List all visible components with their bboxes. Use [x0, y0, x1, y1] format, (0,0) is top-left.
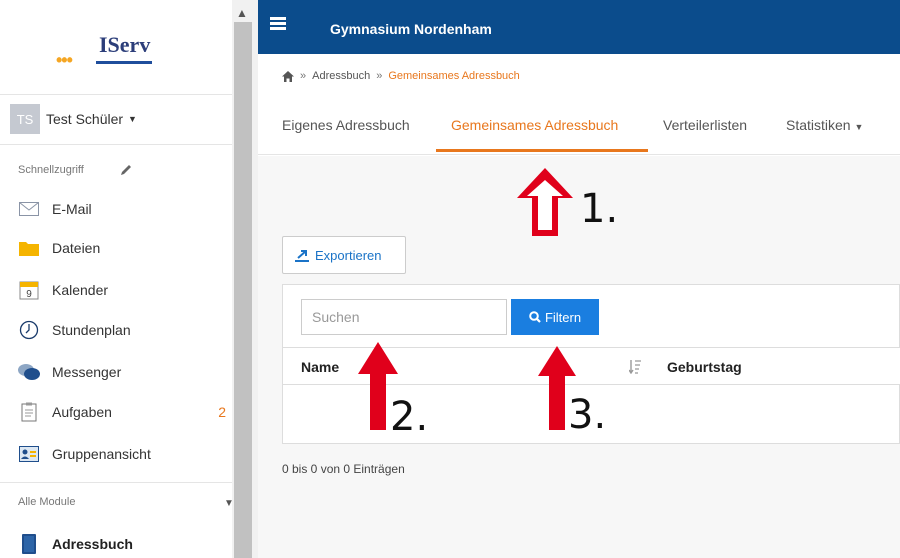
breadcrumb-item-address-book[interactable]: Adressbuch: [312, 70, 370, 82]
sort-icon[interactable]: [629, 360, 641, 374]
sidebar-item-email[interactable]: E-Mail: [18, 197, 232, 221]
annotation-label-1: 1.: [580, 186, 619, 232]
envelope-icon: [18, 198, 40, 220]
annotation-label-3: 3.: [568, 392, 607, 438]
filter-label: Filtern: [544, 309, 582, 325]
divider: [0, 94, 232, 95]
scroll-up-icon[interactable]: ▲: [236, 6, 248, 20]
filter-button[interactable]: Filtern: [511, 299, 599, 335]
quick-access-label: Schnellzugriff: [18, 164, 84, 176]
all-modules-label[interactable]: Alle Module: [18, 496, 75, 508]
sidebar-item-tasks[interactable]: Aufgaben 2: [18, 400, 232, 424]
sidebar-item-timetable[interactable]: Stundenplan: [18, 318, 232, 342]
sidebar-item-label: Stundenplan: [52, 322, 131, 338]
annotation-label-2: 2.: [390, 394, 429, 440]
sidebar-item-label: Dateien: [52, 240, 101, 256]
school-name: Gymnasium Nordenham: [330, 21, 492, 37]
caret-down-icon: ▼: [128, 114, 137, 124]
svg-text:9: 9: [26, 289, 32, 300]
sidebar-item-files[interactable]: Dateien: [18, 236, 232, 260]
clipboard-icon: [18, 401, 40, 423]
sidebar-item-calendar[interactable]: 9 Kalender: [18, 278, 232, 302]
breadcrumb: » Adressbuch » Gemeinsames Adressbuch: [282, 70, 520, 82]
tasks-count-badge: 2: [218, 404, 226, 420]
folder-icon: [18, 237, 40, 259]
breadcrumb-separator: »: [376, 70, 383, 82]
clock-icon: [18, 319, 40, 341]
logo-text: IServ: [99, 32, 151, 57]
sidebar-item-label: Messenger: [52, 364, 122, 380]
sidebar-item-label: Gruppenansicht: [52, 446, 151, 462]
sidebar-item-label: Aufgaben: [52, 404, 112, 420]
avatar: TS: [10, 104, 40, 134]
search-input[interactable]: [301, 299, 507, 335]
annotation-arrow-up-icon: [517, 168, 573, 236]
sidebar-item-label: Adressbuch: [52, 536, 133, 552]
group-card-icon: [18, 443, 40, 465]
sidebar-item-label: E-Mail: [52, 201, 92, 217]
tab-own-address-book[interactable]: Eigenes Adressbuch: [282, 117, 410, 133]
top-bar: Gymnasium Nordenham: [258, 0, 900, 54]
breadcrumb-separator: »: [300, 70, 307, 82]
active-tab-indicator: [436, 149, 648, 152]
main-content: » Adressbuch » Gemeinsames Adressbuch Ei…: [258, 54, 900, 558]
sidebar-item-messenger[interactable]: Messenger: [18, 360, 232, 384]
divider: [0, 482, 232, 483]
export-label: Exportieren: [315, 247, 382, 263]
scrollbar-thumb[interactable]: [234, 22, 252, 558]
chat-bubbles-icon: [18, 361, 40, 383]
calendar-icon: 9: [18, 279, 40, 301]
column-header-birthday[interactable]: Geburtstag: [667, 359, 742, 375]
pencil-icon[interactable]: [120, 164, 132, 176]
divider: [0, 144, 232, 145]
column-header-name[interactable]: Name: [301, 359, 339, 375]
iserv-logo[interactable]: ••• IServ: [56, 32, 176, 72]
search-icon: [529, 311, 541, 323]
address-book-icon: [18, 533, 40, 555]
tab-distribution-lists[interactable]: Verteilerlisten: [663, 117, 747, 133]
caret-down-icon: ▼: [854, 122, 864, 132]
entries-count-text: 0 bis 0 von 0 Einträgen: [282, 462, 405, 476]
sidebar-item-label: Kalender: [52, 282, 109, 298]
user-menu[interactable]: TS Test Schüler ▼: [10, 104, 137, 134]
tab-statistics[interactable]: Statistiken ▼: [786, 117, 863, 133]
breadcrumb-item-shared-address-book[interactable]: Gemeinsames Adressbuch: [388, 70, 519, 82]
user-name: Test Schüler: [46, 111, 124, 127]
tab-label: Statistiken: [786, 117, 851, 133]
sidebar-item-address-book[interactable]: Adressbuch: [18, 532, 232, 556]
export-button[interactable]: Exportieren: [282, 236, 406, 274]
sidebar: ••• IServ TS Test Schüler ▼ Schnellzugri…: [0, 0, 240, 558]
sidebar-item-group-view[interactable]: Gruppenansicht: [18, 442, 232, 466]
export-icon: [295, 250, 309, 262]
logo-dots: •••: [56, 50, 73, 70]
home-icon[interactable]: [282, 70, 294, 82]
logo-underline: [96, 61, 152, 64]
tab-shared-address-book[interactable]: Gemeinsames Adressbuch: [451, 117, 618, 133]
hamburger-menu-icon[interactable]: [270, 17, 286, 31]
